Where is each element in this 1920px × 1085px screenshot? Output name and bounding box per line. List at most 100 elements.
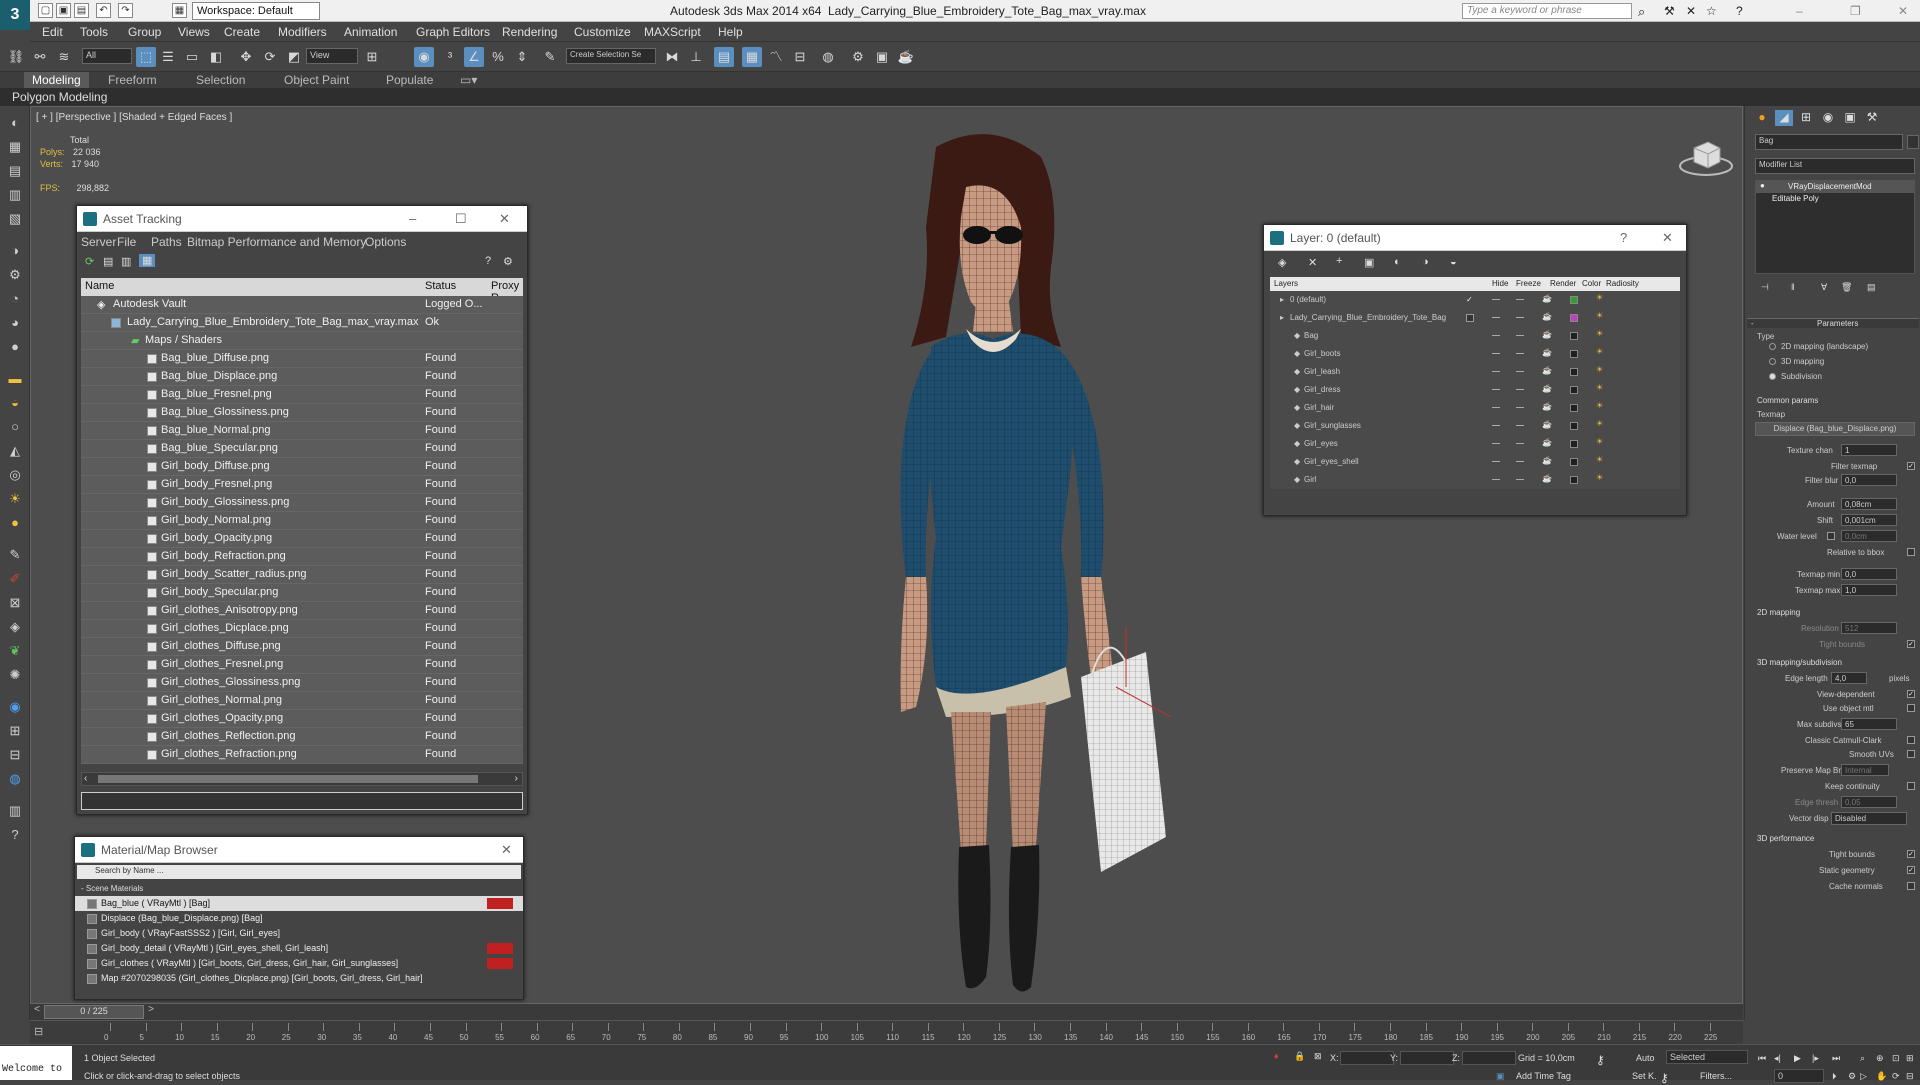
material-item[interactable]: Map #2070298035 (Girl_clothes_Dicplace.p… bbox=[75, 971, 523, 986]
freeze-all-icon[interactable]: ◒ bbox=[1450, 256, 1457, 268]
object-color-swatch[interactable] bbox=[1907, 135, 1919, 149]
asset-row[interactable]: Girl_body_Refraction.png Found bbox=[81, 548, 523, 566]
create-layer-icon[interactable]: ◈ bbox=[1278, 256, 1286, 269]
layer-row[interactable]: ◆ Girl_hair ☕ ☀ bbox=[1270, 399, 1680, 417]
hide-toggle[interactable] bbox=[1492, 389, 1500, 390]
asset-tracking-titlebar[interactable]: Asset Tracking – ☐ ✕ bbox=[77, 206, 527, 232]
hide-toggle[interactable] bbox=[1492, 425, 1500, 426]
layer-row[interactable]: ◆ Girl_eyes_shell ☕ ☀ bbox=[1270, 453, 1680, 471]
layer-color-swatch[interactable] bbox=[1570, 476, 1578, 484]
layer-manager-icon[interactable]: ▤ bbox=[714, 47, 734, 67]
filter-texmap-checkbox[interactable]: ✓ bbox=[1907, 462, 1915, 470]
go-to-start-icon[interactable]: ⏮ bbox=[1758, 1053, 1766, 1064]
help-circle-icon[interactable]: ? bbox=[6, 826, 24, 844]
max-subdivs-spinner[interactable]: 65 bbox=[1841, 718, 1897, 730]
play-icon[interactable]: ▶ bbox=[1794, 1053, 1801, 1064]
leaf-icon[interactable]: ❦ bbox=[6, 642, 24, 660]
freeze-toggle[interactable] bbox=[1516, 299, 1524, 300]
particle-icon[interactable]: ✺ bbox=[6, 666, 24, 684]
menu-paths[interactable]: Paths bbox=[151, 235, 182, 249]
angle-snap-icon[interactable]: ∠ bbox=[464, 47, 484, 67]
teapot-render-icon[interactable]: ☕ bbox=[1542, 348, 1552, 357]
teapot-render-icon[interactable]: ☕ bbox=[1542, 294, 1552, 303]
relative-bbox-checkbox[interactable] bbox=[1907, 548, 1915, 556]
modify-tab-icon[interactable]: ◢ bbox=[1775, 110, 1793, 126]
scene-explorer-icon[interactable]: ◈ bbox=[6, 618, 24, 636]
freeze-toggle[interactable] bbox=[1516, 425, 1524, 426]
asset-row[interactable]: Girl_clothes_Diffuse.png Found bbox=[81, 638, 523, 656]
tab-modeling[interactable]: Modeling bbox=[24, 72, 89, 88]
next-key-icon[interactable]: |▸ bbox=[1812, 1053, 1819, 1064]
curve-editor-icon[interactable]: 〽 bbox=[766, 47, 786, 67]
material-search-input[interactable]: Search by Name ... bbox=[77, 865, 521, 879]
hide-toggle[interactable] bbox=[1492, 317, 1500, 318]
material-item[interactable]: Girl_clothes ( VRayMtl ) [Girl_boots, Gi… bbox=[75, 956, 523, 971]
menu-animation[interactable]: Animation bbox=[344, 25, 397, 39]
rectangular-selection-icon[interactable]: ▭ bbox=[182, 47, 202, 67]
layer-color-swatch[interactable] bbox=[1570, 440, 1578, 448]
menu-group[interactable]: Group bbox=[128, 25, 161, 39]
keyword-search-input[interactable]: Type a keyword or phrase bbox=[1462, 3, 1632, 19]
layer-color-swatch[interactable] bbox=[1570, 368, 1578, 376]
layer-row[interactable]: ◆ Girl_eyes ☕ ☀ bbox=[1270, 435, 1680, 453]
remove-modifier-icon[interactable]: 🗑 bbox=[1841, 282, 1852, 293]
close-icon[interactable]: ✕ bbox=[1898, 4, 1908, 18]
asset-row[interactable]: Girl_body_Normal.png Found bbox=[81, 512, 523, 530]
menu-edit[interactable]: Edit bbox=[42, 25, 63, 39]
texture-chan-spinner[interactable]: 1 bbox=[1841, 444, 1897, 456]
menu-customize[interactable]: Customize bbox=[574, 25, 631, 39]
percent-snap-icon[interactable]: % bbox=[488, 47, 508, 67]
menu-create[interactable]: Create bbox=[224, 25, 260, 39]
smooth-uvs-checkbox[interactable] bbox=[1907, 750, 1915, 758]
zoom-extents-icon[interactable]: ⊡ bbox=[1892, 1053, 1900, 1064]
layer-expand-icon[interactable]: ▸ bbox=[1280, 313, 1284, 322]
isolate-icon[interactable]: ♦ bbox=[1274, 1051, 1279, 1061]
asset-row[interactable]: Bag_blue_Normal.png Found bbox=[81, 422, 523, 440]
workspace-dropdown[interactable]: Workspace: Default bbox=[192, 2, 320, 20]
maximize-icon[interactable]: ☐ bbox=[455, 211, 467, 227]
classic-catmull-checkbox[interactable] bbox=[1907, 736, 1915, 744]
teapot-render-icon[interactable]: ☕ bbox=[1542, 474, 1552, 483]
close-icon[interactable]: ✕ bbox=[499, 211, 510, 227]
menu-graph-editors[interactable]: Graph Editors bbox=[416, 25, 490, 39]
menu-file[interactable]: File bbox=[117, 235, 136, 249]
texmap-min-spinner[interactable]: 0,0 bbox=[1841, 568, 1897, 580]
hide-toggle[interactable] bbox=[1492, 461, 1500, 462]
systems-icon[interactable]: ⚙ bbox=[6, 266, 24, 284]
new-file-icon[interactable]: ▢ bbox=[38, 3, 53, 18]
freeze-toggle[interactable] bbox=[1516, 407, 1524, 408]
reference-coordinate-dropdown[interactable]: View bbox=[306, 48, 358, 64]
layer-expand-icon[interactable]: ◆ bbox=[1294, 475, 1300, 484]
hide-toggle[interactable] bbox=[1492, 299, 1500, 300]
preserve-map-bnd-dropdown[interactable]: Internal bbox=[1841, 764, 1889, 776]
key-mode-toggle-icon[interactable]: ⏵ bbox=[1832, 1071, 1837, 1082]
bind-space-warp-icon[interactable]: ≋ bbox=[54, 47, 74, 67]
maximize-icon[interactable]: ❐ bbox=[1850, 4, 1861, 18]
freeze-toggle[interactable] bbox=[1516, 353, 1524, 354]
teapot-render-icon[interactable]: ☕ bbox=[1542, 420, 1552, 429]
teapot-render-icon[interactable]: ☕ bbox=[1542, 402, 1552, 411]
keep-continuity-checkbox[interactable] bbox=[1907, 782, 1915, 790]
menu-help[interactable]: Help bbox=[718, 25, 743, 39]
table-view-icon[interactable]: ▦ bbox=[139, 254, 156, 267]
stack-item-editable-poly[interactable]: Editable Poly bbox=[1756, 193, 1914, 205]
layer-color-swatch[interactable] bbox=[1570, 458, 1578, 466]
teapot-render-icon[interactable]: ☕ bbox=[1542, 438, 1552, 447]
tight-bounds-2d-checkbox[interactable]: ✓ bbox=[1907, 640, 1915, 648]
sphere-icon[interactable]: ○ bbox=[6, 418, 24, 436]
named-selection-set-dropdown[interactable]: Create Selection Se bbox=[566, 48, 656, 64]
water-level-spinner[interactable]: 0,0cm bbox=[1841, 530, 1897, 542]
communication-icon[interactable]: ✕ bbox=[1686, 4, 1696, 18]
display-tab-icon[interactable]: ▣ bbox=[1841, 110, 1859, 126]
app-logo-icon[interactable]: 3 bbox=[0, 0, 30, 30]
teapot-render-icon[interactable]: ☕ bbox=[1542, 456, 1552, 465]
material-item[interactable]: Girl_body_detail ( VRayMtl ) [Girl_eyes_… bbox=[75, 941, 523, 956]
material-item[interactable]: Bag_blue ( VRayMtl ) [Bag] bbox=[75, 896, 523, 911]
layer-expand-icon[interactable]: ◆ bbox=[1294, 421, 1300, 430]
layer-row[interactable]: ◆ Girl_sunglasses ☕ ☀ bbox=[1270, 417, 1680, 435]
hierarchy-icon[interactable]: ◕ bbox=[6, 314, 24, 332]
render-setup-icon[interactable]: ⚙ bbox=[848, 47, 868, 67]
scene-materials-header[interactable]: - Scene Materials bbox=[75, 881, 523, 896]
menu-modifiers[interactable]: Modifiers bbox=[278, 25, 327, 39]
resolution-spinner[interactable]: 512 bbox=[1841, 622, 1897, 634]
